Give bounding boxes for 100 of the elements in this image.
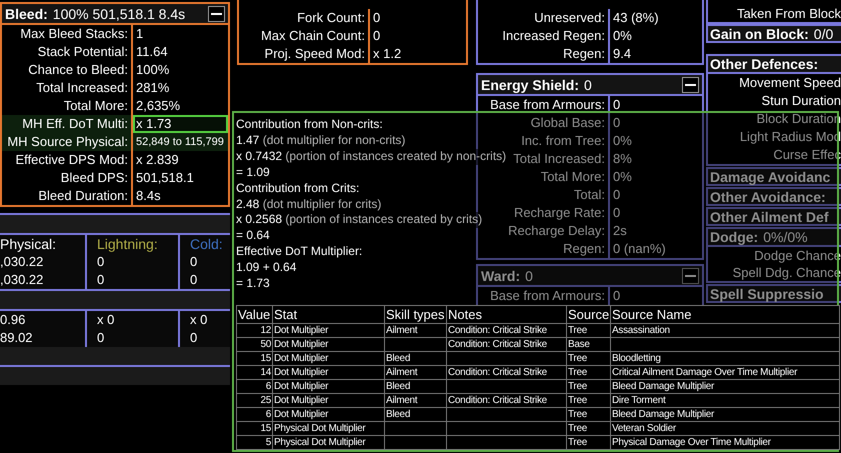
panel-title: Dodge: [710, 229, 758, 245]
table-cell: Ailment [384, 366, 446, 380]
table-cell: Condition: Critical Strike [446, 394, 566, 408]
table-cell: 15 [236, 422, 272, 436]
table-cell: 14 [236, 366, 272, 380]
table-cell: Dot Multiplier [272, 408, 384, 422]
table-cell [384, 436, 446, 450]
column-header: Lightning: [97, 236, 158, 252]
stat-label: Regen: [478, 45, 610, 63]
panel-summary: 0/0 [814, 26, 834, 41]
stat-value: 0 [612, 204, 622, 222]
table-cell: 12 [236, 324, 272, 338]
stat-label: Unreserved: [478, 9, 610, 27]
collapse-button[interactable] [208, 6, 225, 22]
table-cell-text: 89.02 [0, 329, 34, 347]
column-header: Physical: [0, 236, 56, 252]
stat-value: 1 [135, 25, 144, 43]
table-cell: Tree [566, 408, 610, 422]
table-cell: Critical Ailment Damage Over Time Multiplier [610, 366, 840, 380]
collapse-button[interactable] [682, 76, 699, 92]
stat-value: 0% [612, 27, 633, 45]
stat-label: Bleed Duration: [2, 187, 133, 205]
panel-title: Other Avoidance: [710, 189, 826, 204]
table-cell: 50 [236, 338, 272, 352]
table-cell: Physical Damage Over Time Multiplier [610, 436, 840, 450]
stat-label: MH Source Physical: [2, 133, 133, 151]
table-cell: Tree [566, 394, 610, 408]
table-cell: Assassination [610, 324, 840, 338]
stat-label: Bleed DPS: [2, 169, 133, 187]
stat-value: 0 [372, 27, 382, 45]
table-cell: 6 [236, 408, 272, 422]
stat-value: 2,635% [135, 97, 182, 115]
table-cell: x 0 [85, 311, 178, 329]
table-cell: Base [566, 338, 610, 352]
table-cell: Bleed Damage Multiplier [610, 408, 840, 422]
column-header: Notes [446, 306, 566, 324]
panel-summary: 0 [525, 268, 534, 284]
panel-summary: 0%/0% [763, 229, 809, 245]
stat-value: x 2.839 [135, 151, 180, 169]
table-cell: 15 [236, 352, 272, 366]
table-cell [384, 422, 446, 436]
stat-value: x 1.73 [133, 115, 228, 133]
column-header: Value [236, 306, 272, 324]
table-cell: 5 [236, 436, 272, 450]
table-cell: x 0 [178, 311, 230, 329]
column-header: Cold: [190, 236, 223, 252]
stat-label: Regen: [478, 240, 610, 258]
stat-label: Fork Count: [239, 9, 370, 27]
stat-label: Proj. Speed Mod: [239, 45, 370, 63]
table-cell: Physical Dot Multiplier [272, 436, 384, 450]
collapse-button[interactable] [682, 268, 699, 284]
panel-summary: 100% 501,518.1 8.4s [52, 6, 186, 22]
stat-value: 11.64 [135, 43, 169, 61]
table-cell: Tree [566, 352, 610, 366]
stat-label: Global Base: [478, 114, 610, 132]
stat-value: 2s [612, 222, 628, 240]
stat-label: Max Chain Count: [239, 27, 370, 45]
table-cell: Condition: Critical Strike [446, 324, 566, 338]
table-cell: Ailment [384, 324, 446, 338]
table-cell: Bloodletting [610, 352, 840, 366]
table-cell: Physical Dot Multiplier [272, 422, 384, 436]
table-cell: Condition: Critical Strike [446, 366, 566, 380]
stat-value: 9.4 [612, 45, 632, 63]
stat-value: 43 (8%) [612, 9, 660, 27]
stat-label: Effective DPS Mod: [2, 151, 133, 169]
stat-label: Total More: [478, 168, 610, 186]
table-cell: Condition: Critical Strike [446, 338, 566, 352]
stat-value: 100% [135, 61, 170, 79]
table-cell: Dot Multiplier [272, 366, 384, 380]
stat-value: 0 [372, 9, 382, 27]
table-cell: Tree [566, 366, 610, 380]
panel-title: Other Defences: [710, 56, 818, 72]
stat-label: Increased Regen: [478, 27, 610, 45]
stat-label: Chance to Bleed: [2, 61, 133, 79]
panel-title: Bleed: [5, 6, 48, 22]
panel-title: Damage Avoidanc [710, 169, 830, 184]
table-cell: Dire Torment [610, 394, 840, 408]
panel-summary: 0 [584, 76, 593, 92]
table-cell: Dot Multiplier [272, 394, 384, 408]
stat-value: 0 [612, 287, 622, 305]
table-cell [384, 338, 446, 352]
table-cell-text: 0.96 [0, 311, 26, 329]
stat-label: Max Bleed Stacks: [2, 25, 133, 43]
column-header: Skill types [384, 306, 446, 324]
table-cell: 25 [236, 394, 272, 408]
stat-value: 8.4s [135, 187, 162, 205]
table-cell: Tree [566, 436, 610, 450]
panel-title: Other Ailment Def [710, 209, 828, 224]
stat-value: x 1.2 [372, 45, 402, 63]
table-cell: Bleed [384, 380, 446, 394]
table-cell: Tree [566, 380, 610, 394]
stat-value: 52,849 to 115,799 [135, 135, 225, 150]
table-cell: Bleed Damage Multiplier [610, 380, 840, 394]
stat-label: Stack Potential: [2, 43, 133, 61]
stat-label: Stun Duration [760, 92, 841, 110]
stat-value: 0% [612, 168, 633, 186]
stat-value: 0 (nan%) [612, 240, 667, 258]
table-cell: 6 [236, 380, 272, 394]
table-cell: Dot Multiplier [272, 324, 384, 338]
table-cell: Tree [566, 324, 610, 338]
